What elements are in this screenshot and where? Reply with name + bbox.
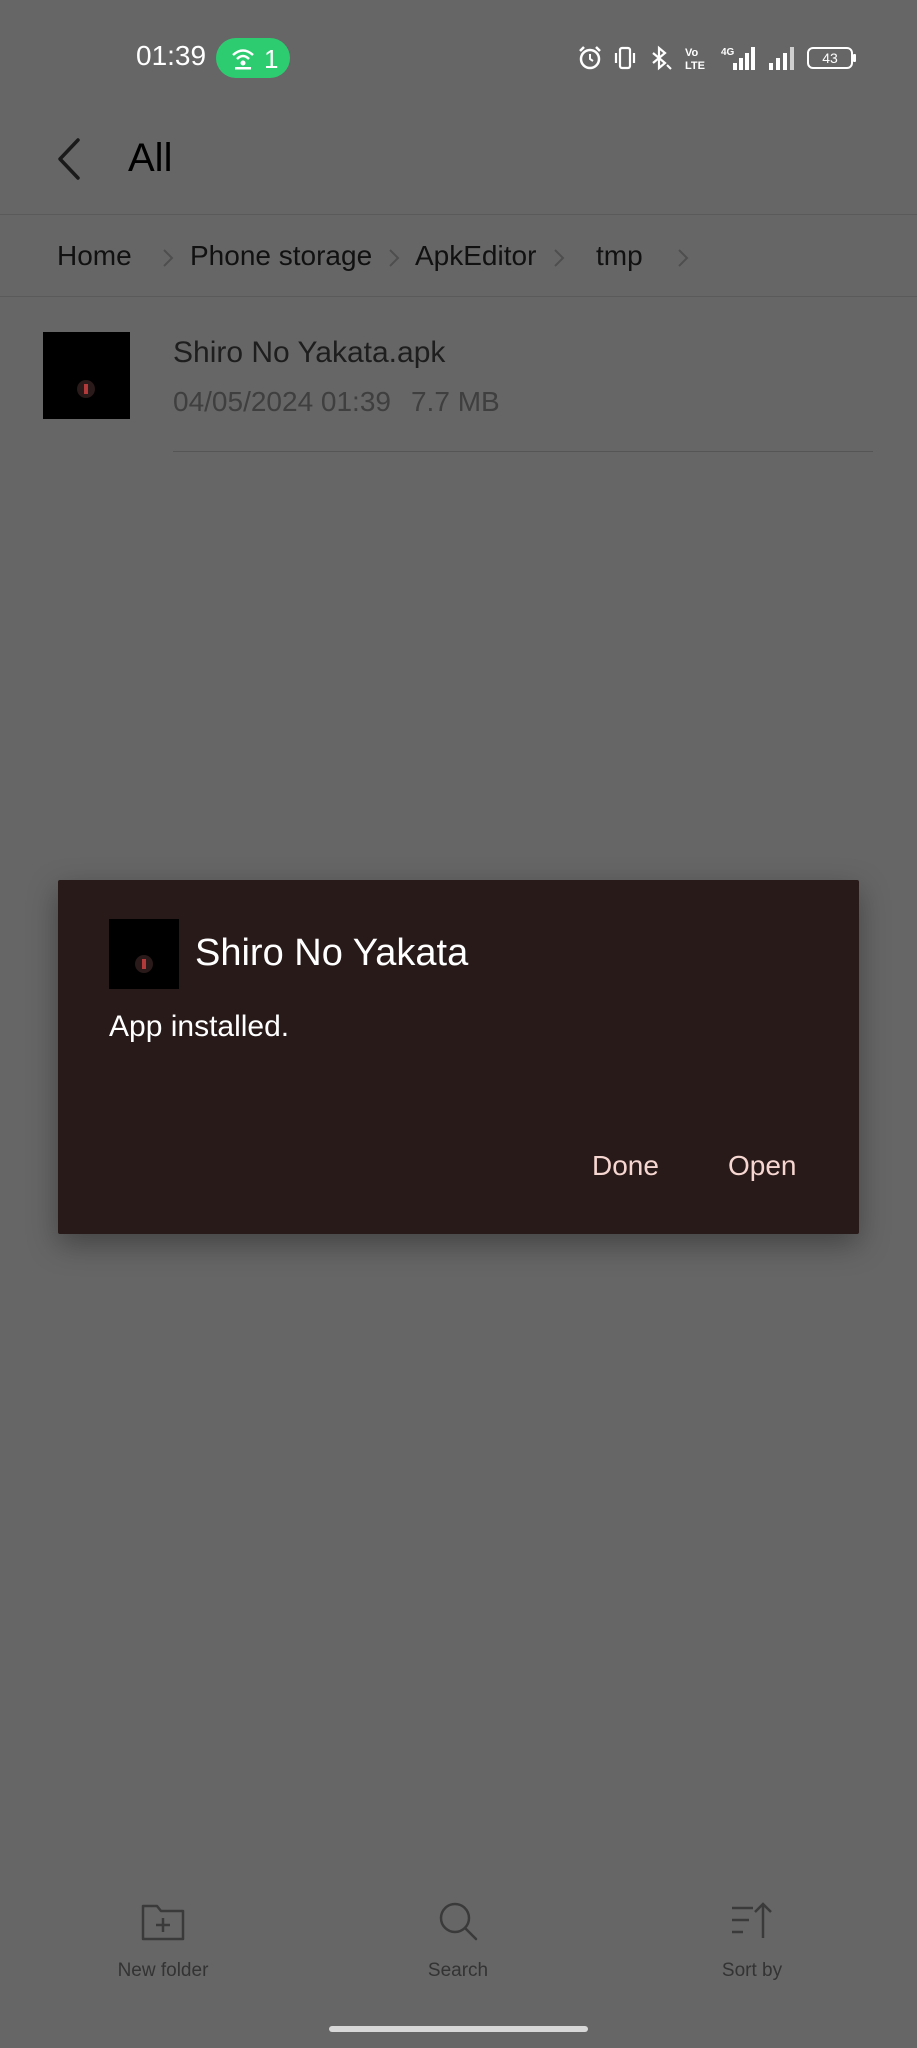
search-button[interactable]: Search: [383, 1900, 533, 1982]
signal-icon: [769, 47, 794, 70]
file-meta: 04/05/2024 01:39 7.7 MB: [173, 386, 500, 418]
alarm-icon: [579, 46, 601, 70]
new-folder-icon: [141, 1904, 185, 1941]
status-time: 01:39: [136, 40, 207, 71]
breadcrumb-apkeditor[interactable]: ApkEditor: [415, 240, 536, 272]
sort-by-label: Sort by: [721, 1960, 783, 1981]
svg-text:4G: 4G: [721, 47, 735, 58]
hotspot-icon: [232, 49, 254, 70]
install-dialog: Shiro No Yakata App installed. Done Open: [58, 880, 859, 1234]
signal-4g-icon: 4G: [721, 47, 755, 70]
back-button[interactable]: [48, 132, 92, 186]
hotspot-count: 1: [264, 44, 279, 74]
status-icons: Vo LTE 4G 43: [577, 44, 857, 72]
new-folder-label: New folder: [117, 1960, 209, 1981]
file-size: 7.7 MB: [410, 386, 500, 417]
chevron-right-icon: [163, 249, 174, 267]
app-icon-mark: [84, 384, 88, 394]
app-icon-mark: [142, 959, 146, 969]
page-title: All: [128, 136, 173, 180]
breadcrumb-phone-storage[interactable]: Phone storage: [190, 240, 372, 272]
dialog-message: App installed.: [109, 1010, 290, 1043]
sort-by-button[interactable]: Sort by: [677, 1900, 827, 1982]
battery-level: 43: [822, 50, 838, 66]
breadcrumb-tmp[interactable]: tmp: [596, 240, 643, 272]
file-name[interactable]: Shiro No Yakata.apk: [173, 336, 445, 370]
app-icon: [109, 919, 179, 989]
back-arrow-icon: [58, 138, 80, 180]
chevron-right-icon: [678, 249, 689, 267]
search-icon: [439, 1902, 478, 1941]
svg-text:Vo: Vo: [685, 47, 699, 59]
svg-text:LTE: LTE: [685, 60, 705, 71]
chevron-right-icon: [389, 249, 400, 267]
file-date: 04/05/2024 01:39: [173, 386, 391, 417]
apk-thumbnail[interactable]: [43, 332, 130, 419]
search-label: Search: [427, 1960, 489, 1981]
done-button[interactable]: Done: [592, 1150, 659, 1182]
vibrate-icon: [614, 46, 636, 70]
hotspot-indicator: [216, 38, 290, 78]
bluetooth-icon: [652, 45, 672, 71]
chevron-right-icon: [554, 249, 565, 267]
breadcrumb-home[interactable]: Home: [57, 240, 132, 272]
new-folder-button[interactable]: New folder: [88, 1900, 238, 1982]
dialog-title: Shiro No Yakata: [195, 932, 469, 974]
breadcrumb-divider: [0, 296, 917, 297]
home-indicator[interactable]: [329, 2026, 588, 2032]
header-divider: [0, 214, 917, 215]
battery-icon: 43: [807, 47, 856, 69]
row-divider: [173, 451, 873, 452]
sort-icon: [732, 1902, 772, 1938]
volte-icon: Vo LTE: [685, 47, 705, 71]
open-button[interactable]: Open: [728, 1150, 797, 1182]
